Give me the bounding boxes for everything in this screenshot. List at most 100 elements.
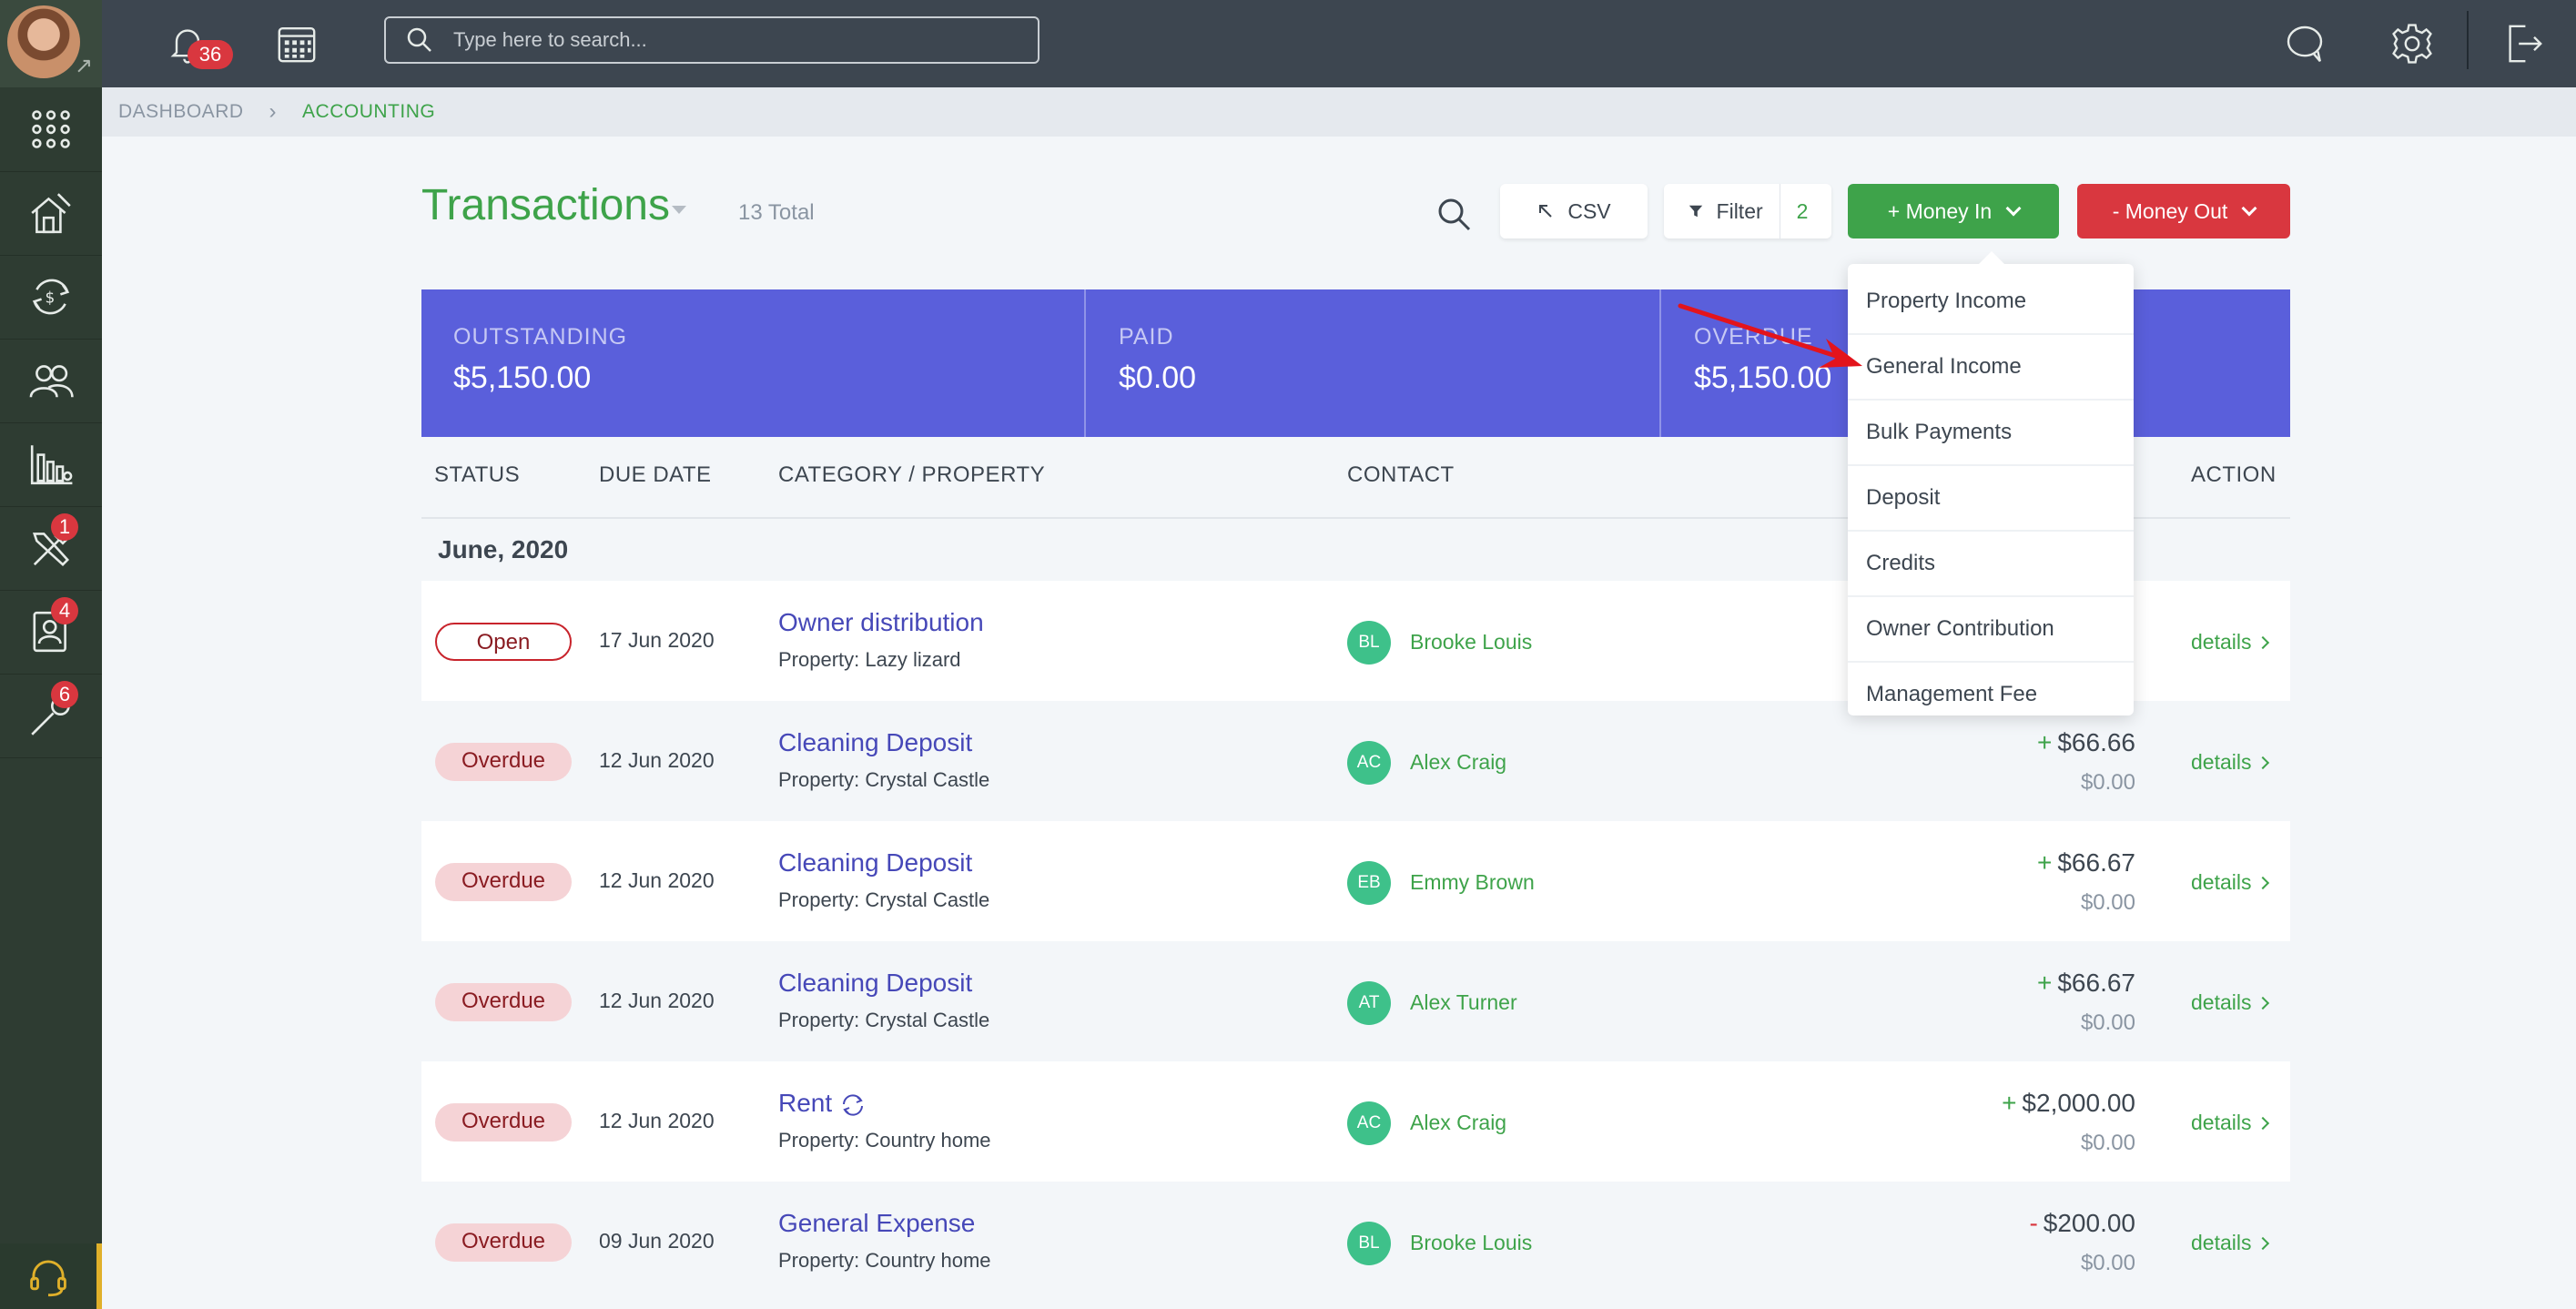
- col-status[interactable]: STATUS: [434, 462, 520, 488]
- grid-dots-icon: [32, 110, 70, 148]
- col-contact[interactable]: CONTACT: [1347, 462, 1455, 488]
- house-icon: [31, 193, 71, 234]
- calendar-icon: [278, 27, 316, 63]
- details-label: details: [2191, 750, 2252, 774]
- category-link[interactable]: Cleaning Deposit: [778, 728, 972, 757]
- notification-count-badge: 36: [188, 40, 233, 69]
- details-link[interactable]: details: [2191, 630, 2270, 654]
- chevron-right-icon: [2257, 1116, 2270, 1131]
- messages-button[interactable]: [2277, 16, 2332, 71]
- menu-item-general-income[interactable]: General Income: [1848, 335, 2134, 401]
- pin-icon[interactable]: ↗: [75, 53, 93, 79]
- paid-amount: $0.00: [2080, 770, 2135, 795]
- details-link[interactable]: details: [2191, 870, 2270, 895]
- money-out-button[interactable]: - Money Out: [2077, 184, 2290, 238]
- sidebar-item-contacts[interactable]: [0, 339, 102, 423]
- search-input[interactable]: [451, 27, 1001, 53]
- contact-name[interactable]: Emmy Brown: [1410, 870, 1535, 895]
- filter-button[interactable]: Filter 2: [1664, 184, 1831, 238]
- contact-name[interactable]: Alex Turner: [1410, 990, 1517, 1015]
- due-date: 17 Jun 2020: [599, 628, 715, 652]
- col-category-property[interactable]: CATEGORY / PROPERTY: [778, 462, 1045, 488]
- table-search-icon[interactable]: [1435, 195, 1475, 235]
- due-date: 12 Jun 2020: [599, 868, 715, 892]
- details-link[interactable]: details: [2191, 990, 2270, 1015]
- menu-item-management-fee[interactable]: Management Fee: [1848, 663, 2134, 726]
- breadcrumb-dashboard[interactable]: DASHBOARD: [118, 101, 244, 123]
- money-in-button[interactable]: + Money In: [1848, 184, 2059, 238]
- contact-name[interactable]: Brooke Louis: [1410, 630, 1532, 654]
- status-badge: Overdue: [435, 743, 572, 781]
- sidebar-item-accounting[interactable]: $: [0, 255, 102, 340]
- contact-name[interactable]: Alex Craig: [1410, 750, 1506, 775]
- amount-value: $66.67: [2057, 848, 2135, 877]
- gear-icon: [2392, 24, 2432, 64]
- search-box[interactable]: [384, 16, 1040, 64]
- details-link[interactable]: details: [2191, 750, 2270, 775]
- contact-avatar: BL: [1347, 1222, 1391, 1265]
- amount: - $200.00: [2029, 1209, 2135, 1238]
- menu-item-credits[interactable]: Credits: [1848, 532, 2134, 597]
- contact-avatar: EB: [1347, 861, 1391, 905]
- amount-sign: +: [2037, 969, 2053, 997]
- details-link[interactable]: details: [2191, 1231, 2270, 1255]
- summary-divider: [1659, 289, 1661, 437]
- chevron-right-icon: [2257, 1236, 2270, 1251]
- menu-item-property-income[interactable]: Property Income: [1848, 269, 2134, 335]
- title-caret-icon[interactable]: [672, 206, 686, 214]
- month-group-label: June, 2020: [438, 535, 569, 563]
- menu-item-owner-contribution[interactable]: Owner Contribution: [1848, 597, 2134, 663]
- maintenance-badge: 1: [51, 513, 78, 541]
- due-date: 09 Jun 2020: [599, 1229, 715, 1253]
- paid-amount: $0.00: [2080, 890, 2135, 915]
- category-link[interactable]: General Expense: [778, 1209, 975, 1238]
- amount-value: $66.66: [2057, 728, 2135, 756]
- details-label: details: [2191, 630, 2252, 654]
- chevron-right-icon: [2257, 635, 2270, 650]
- details-link[interactable]: details: [2191, 1111, 2270, 1135]
- contact-name[interactable]: Alex Craig: [1410, 1111, 1506, 1135]
- sidebar-item-properties[interactable]: [0, 171, 102, 256]
- money-cycle-icon: $: [32, 279, 70, 315]
- sidebar-item-tools[interactable]: 6: [0, 674, 102, 758]
- leasing-badge: 4: [51, 597, 78, 624]
- contact-avatar: AC: [1347, 1101, 1391, 1145]
- property-name: Property: Crystal Castle: [778, 1009, 990, 1031]
- category-label: Rent: [778, 1089, 833, 1117]
- sidebar-item-leasing[interactable]: 4: [0, 590, 102, 675]
- sidebar-item-apps[interactable]: [0, 87, 102, 172]
- col-due-date[interactable]: DUE DATE: [599, 462, 712, 488]
- settings-button[interactable]: [2385, 16, 2439, 71]
- topbar-divider: [2467, 11, 2469, 69]
- contact-name[interactable]: Brooke Louis: [1410, 1231, 1532, 1255]
- table-row[interactable]: Overdue 09 Jun 2020 General Expense Prop…: [421, 1182, 2290, 1302]
- category-link[interactable]: Owner distribution: [778, 608, 984, 637]
- category-link[interactable]: Cleaning Deposit: [778, 848, 972, 878]
- amount: + $66.66: [2037, 728, 2135, 757]
- details-label: details: [2191, 1231, 2252, 1254]
- table-row[interactable]: Overdue 12 Jun 2020 Cleaning Deposit Pro…: [421, 941, 2290, 1061]
- search-icon: [407, 27, 431, 52]
- contact-avatar: BL: [1347, 621, 1391, 665]
- logout-button[interactable]: [2496, 16, 2551, 71]
- table-row[interactable]: Overdue 12 Jun 2020 Rent Property: Count…: [421, 1061, 2290, 1182]
- table-row[interactable]: Overdue 12 Jun 2020 Cleaning Deposit Pro…: [421, 821, 2290, 941]
- chevron-down-icon: [2005, 200, 2022, 217]
- support-button[interactable]: [0, 1243, 102, 1309]
- recurring-icon: [843, 1093, 864, 1116]
- contact-avatar: AC: [1347, 741, 1391, 785]
- page-title[interactable]: Transactions: [421, 180, 670, 230]
- chevron-right-icon: [2257, 756, 2270, 770]
- calendar-button[interactable]: [269, 16, 324, 71]
- csv-export-button[interactable]: CSV: [1500, 184, 1648, 238]
- menu-item-deposit[interactable]: Deposit: [1848, 466, 2134, 532]
- due-date: 12 Jun 2020: [599, 748, 715, 772]
- category-link[interactable]: Cleaning Deposit: [778, 969, 972, 998]
- sidebar-item-reports[interactable]: [0, 422, 102, 507]
- paid-value: $0.00: [1119, 360, 1197, 395]
- category-link[interactable]: Rent: [778, 1089, 867, 1119]
- menu-item-bulk-payments[interactable]: Bulk Payments: [1848, 401, 2134, 466]
- sidebar-item-maintenance[interactable]: 1: [0, 506, 102, 591]
- amount-value: $66.67: [2057, 969, 2135, 997]
- user-avatar[interactable]: ↗: [0, 0, 102, 87]
